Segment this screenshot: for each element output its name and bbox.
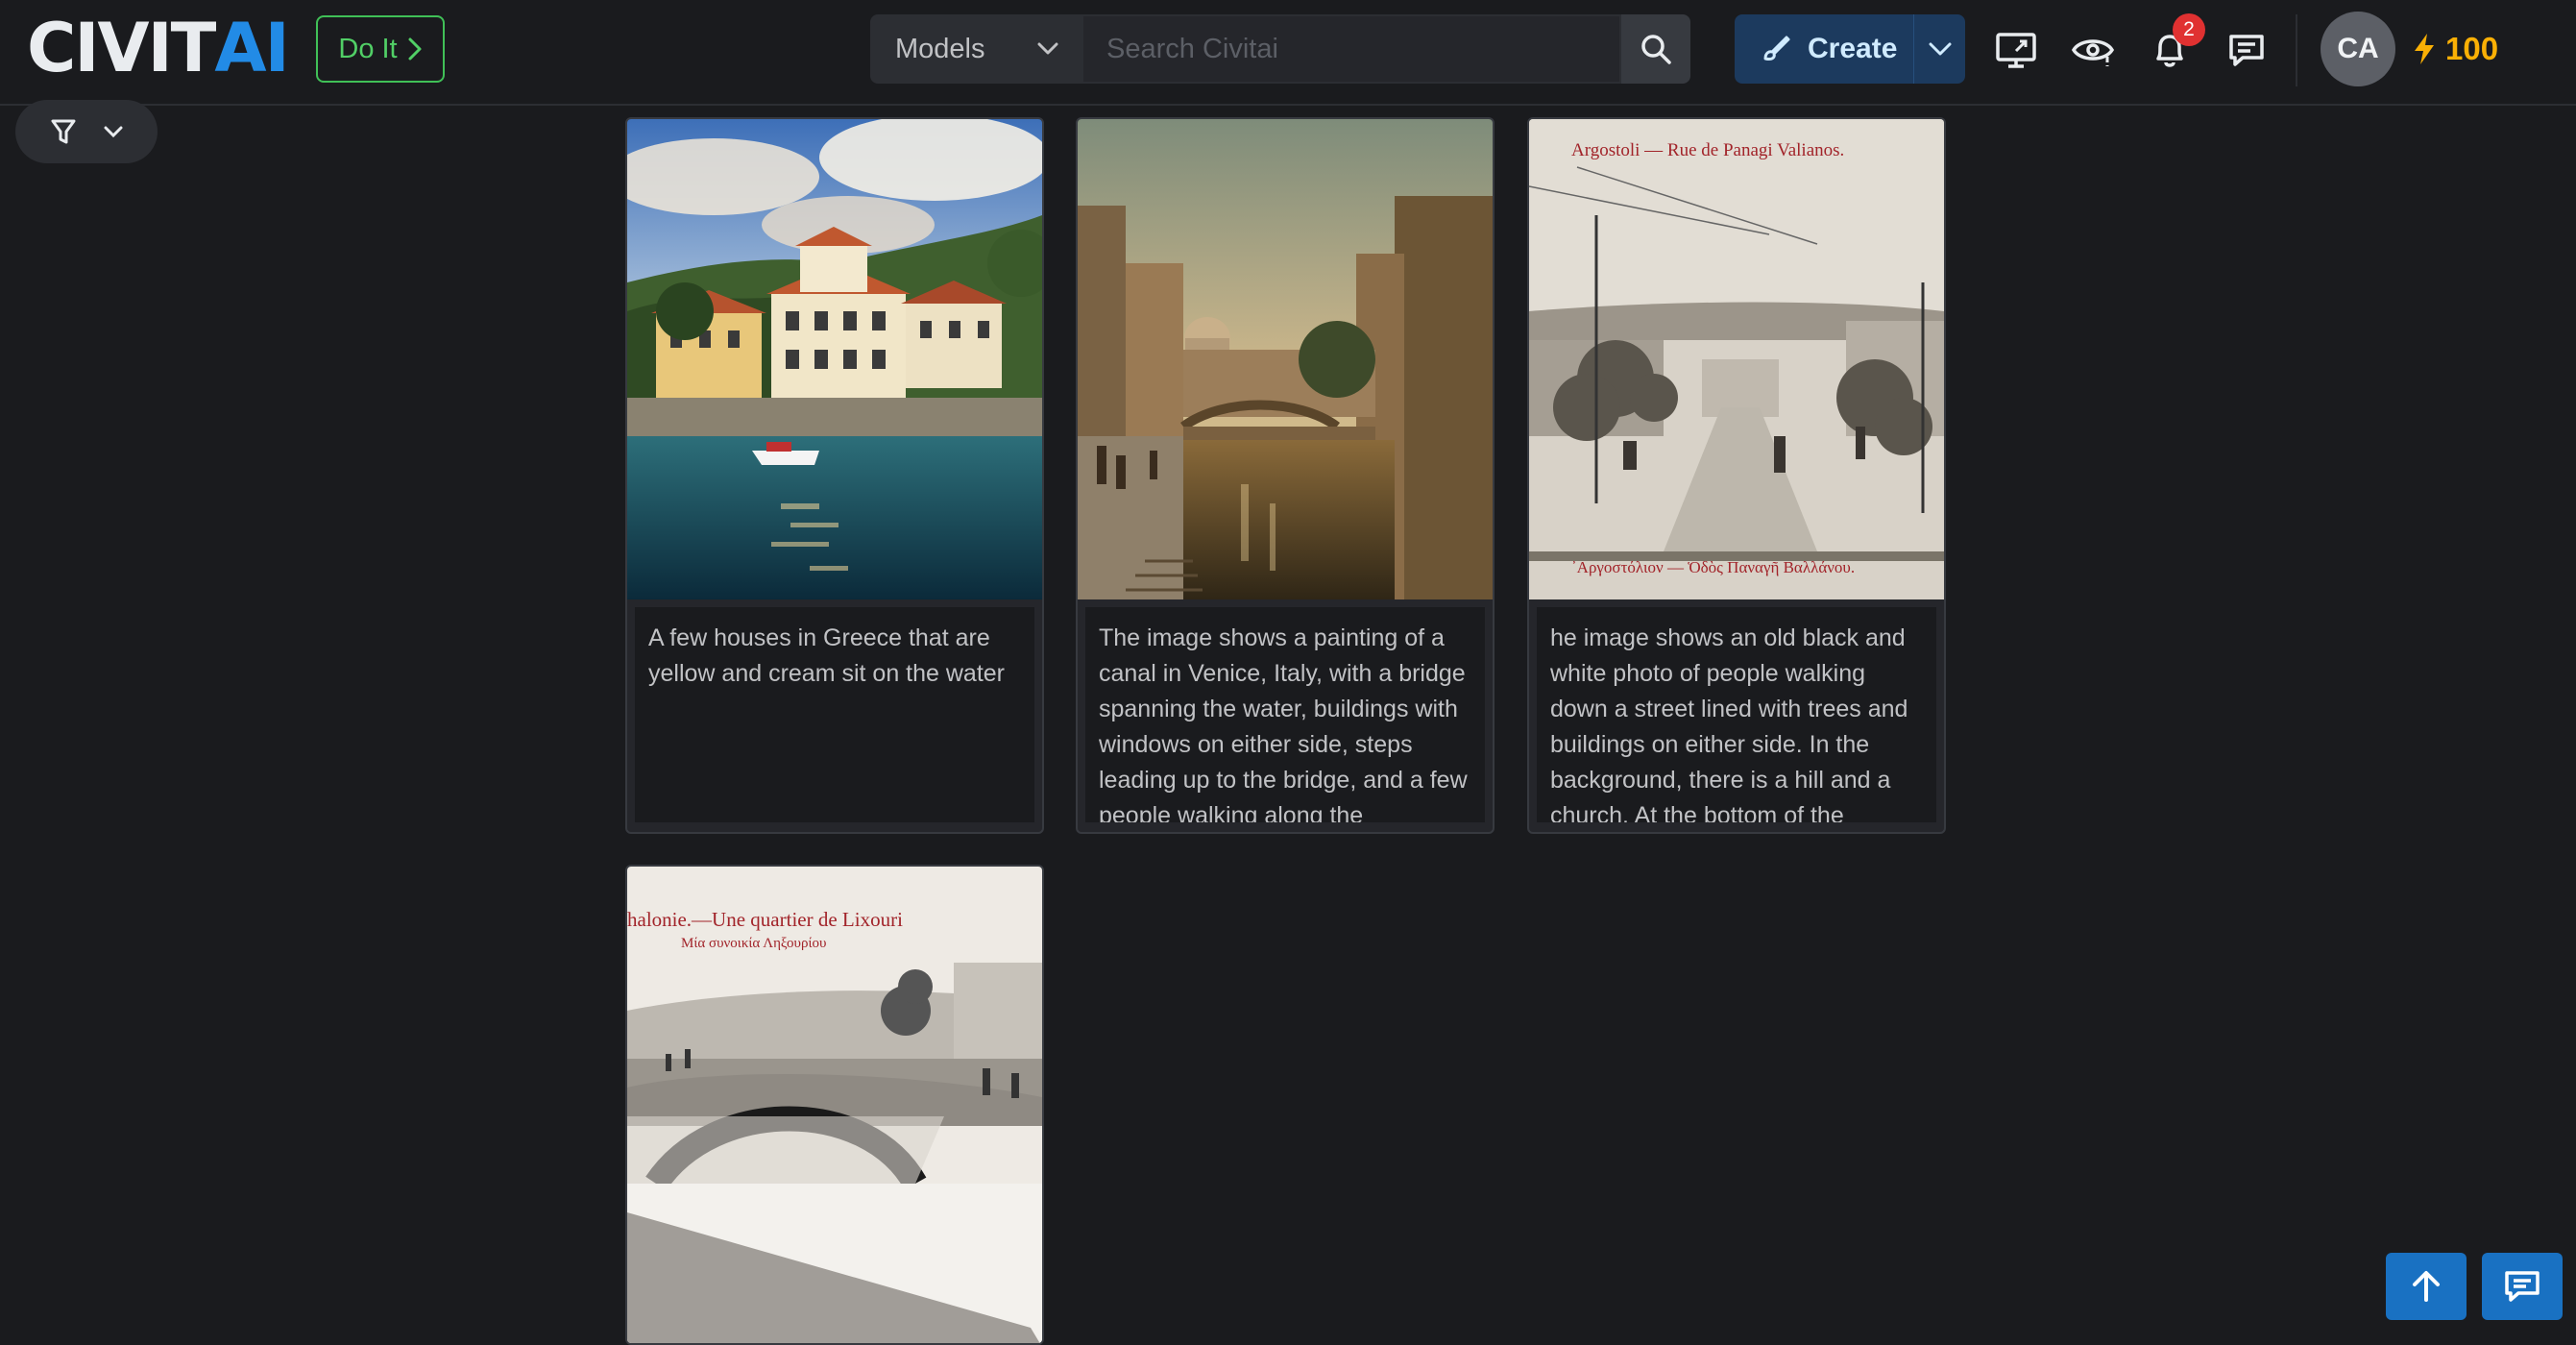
eye-icon (2071, 39, 2115, 66)
lixouri-postcard: halonie.—Une quartier de Lixouri Μία συν… (627, 867, 1042, 1343)
content-filter-button[interactable] (2069, 26, 2117, 74)
chevron-down-icon (104, 126, 123, 137)
search-icon (1641, 35, 1671, 64)
do-it-label: Do It (338, 33, 398, 64)
filter-icon (51, 119, 76, 144)
header-divider (2296, 14, 2297, 86)
postcard-caption-bottom: ᾿Αργοστόλιον — Ὁδὸς Παναγῆ Βαλλάνου. (1571, 558, 1855, 576)
chevron-right-icon (408, 37, 422, 61)
feedback-button[interactable] (2482, 1253, 2563, 1320)
screen-share-icon (1996, 33, 2036, 68)
image-card[interactable]: Argostoli — Rue de Panagi Valianos. ᾿Αργ… (1527, 117, 1946, 834)
model-type-select[interactable]: Models (870, 14, 1083, 84)
search-button[interactable] (1621, 14, 1690, 84)
search-input[interactable] (1083, 14, 1621, 84)
top-header: CIVITAI Do It Models / Create (0, 0, 2576, 106)
screen-share-button[interactable] (1992, 26, 2040, 74)
argostoli-postcard: Argostoli — Rue de Panagi Valianos. ᾿Αργ… (1529, 119, 1944, 599)
card-image-greek-houses[interactable] (627, 119, 1042, 599)
chat-icon (2505, 1271, 2540, 1302)
chat-button[interactable] (2223, 26, 2271, 74)
buzz-amount: 100 (2445, 31, 2499, 66)
lightning-bolt-icon (2415, 34, 2434, 64)
card-caption: The image shows a painting of a canal in… (1085, 607, 1485, 822)
create-main-action[interactable]: Create (1735, 14, 1913, 84)
create-button[interactable]: Create (1735, 14, 1965, 84)
image-card[interactable]: The image shows a painting of a canal in… (1076, 117, 1495, 834)
filter-toggle[interactable] (15, 100, 158, 163)
venice-painting (1078, 119, 1493, 599)
logo-text-accent: AI (214, 9, 289, 87)
create-label: Create (1808, 33, 1898, 64)
search-bar: Models / (870, 14, 1829, 84)
chevron-down-icon (1929, 42, 1951, 56)
create-dropdown-toggle[interactable] (1913, 14, 1965, 84)
notification-count-badge: 2 (2173, 13, 2205, 46)
buzz-balance[interactable]: 100 (2411, 25, 2498, 73)
card-caption: he image shows an old black and white ph… (1537, 607, 1936, 822)
model-select-value: Models (895, 33, 985, 64)
user-avatar[interactable]: CA (2321, 12, 2395, 86)
brush-icon (1763, 36, 1790, 61)
postcard-caption-top: Argostoli — Rue de Panagi Valianos. (1571, 140, 1844, 160)
scroll-to-top-button[interactable] (2386, 1253, 2467, 1320)
card-caption: A few houses in Greece that are yellow a… (635, 607, 1034, 822)
logo-text-main: CIVIT (27, 9, 216, 87)
chevron-down-icon (1037, 42, 1058, 55)
postcard-caption-top: halonie.—Une quartier de Lixouri (627, 908, 903, 931)
image-card[interactable]: A few houses in Greece that are yellow a… (625, 117, 1044, 834)
card-image-argostoli-street[interactable]: Argostoli — Rue de Panagi Valianos. ᾿Αργ… (1529, 119, 1944, 599)
image-card[interactable]: halonie.—Une quartier de Lixouri Μία συν… (625, 865, 1044, 1345)
do-it-button[interactable]: Do It (316, 15, 445, 83)
greek-houses-photo (627, 119, 1042, 599)
chat-icon (2229, 35, 2264, 66)
civitai-logo[interactable]: CIVIT AI (27, 9, 290, 87)
postcard-caption-sub: Μία συνοικία Ληξουρίου (681, 936, 826, 951)
arrow-up-icon (2413, 1271, 2440, 1302)
card-image-lixouri-bridge[interactable]: halonie.—Une quartier de Lixouri Μία συν… (627, 867, 1042, 1343)
card-image-venice-canal[interactable] (1078, 119, 1493, 599)
